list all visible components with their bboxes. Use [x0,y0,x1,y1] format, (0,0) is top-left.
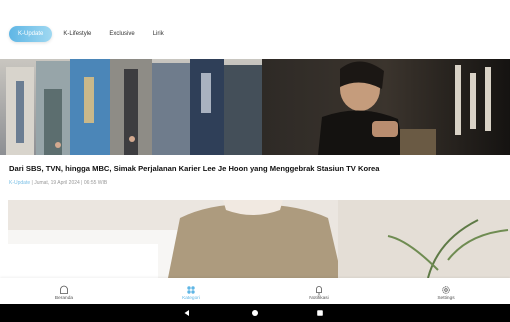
system-navigation-bar [0,304,510,322]
article-meta: K-Update | Jumat, 19 April 2024 | 06:55 … [9,180,107,186]
grid-icon [187,286,195,294]
tab-k-update[interactable]: K-Update [9,26,53,42]
article-hero-image[interactable] [0,59,510,155]
tab-exclusive[interactable]: Exclusive [102,26,141,42]
top-bar: K-Update K-Lifestyle Exclusive Lirik [0,0,510,60]
nav-label: Kategori [182,296,200,301]
category-tabs: K-Update K-Lifestyle Exclusive Lirik [9,26,171,42]
thumbnail-photo [8,200,510,278]
recents-icon[interactable] [316,309,324,317]
tab-k-lifestyle[interactable]: K-Lifestyle [56,26,98,42]
bell-icon [316,286,322,295]
nav-settings[interactable]: Settings [406,278,486,304]
article-category[interactable]: K-Update [9,180,30,186]
home-circle-icon[interactable] [251,309,259,317]
back-icon[interactable] [183,309,191,317]
nav-label: Beranda [54,296,74,301]
home-icon [60,285,68,294]
nav-kategori[interactable]: Kategori [151,278,231,304]
tab-lirik[interactable]: Lirik [146,26,171,42]
bottom-navigation: Beranda Kategori Notifikasi Settings [0,278,510,304]
article-title[interactable]: Dari SBS, TVN, hingga MBC, Simak Perjala… [9,164,499,173]
nav-notifikasi[interactable]: Notifikasi [279,278,359,304]
hero-photo [0,59,510,155]
nav-label: Settings [437,296,455,301]
gear-icon [442,286,450,294]
article-thumbnail[interactable] [8,200,510,278]
nav-label: Notifikasi [309,296,329,301]
nav-beranda[interactable]: Beranda [24,278,104,304]
article-date: | Jumat, 19 April 2024 | 06:55 WIB [30,180,108,186]
